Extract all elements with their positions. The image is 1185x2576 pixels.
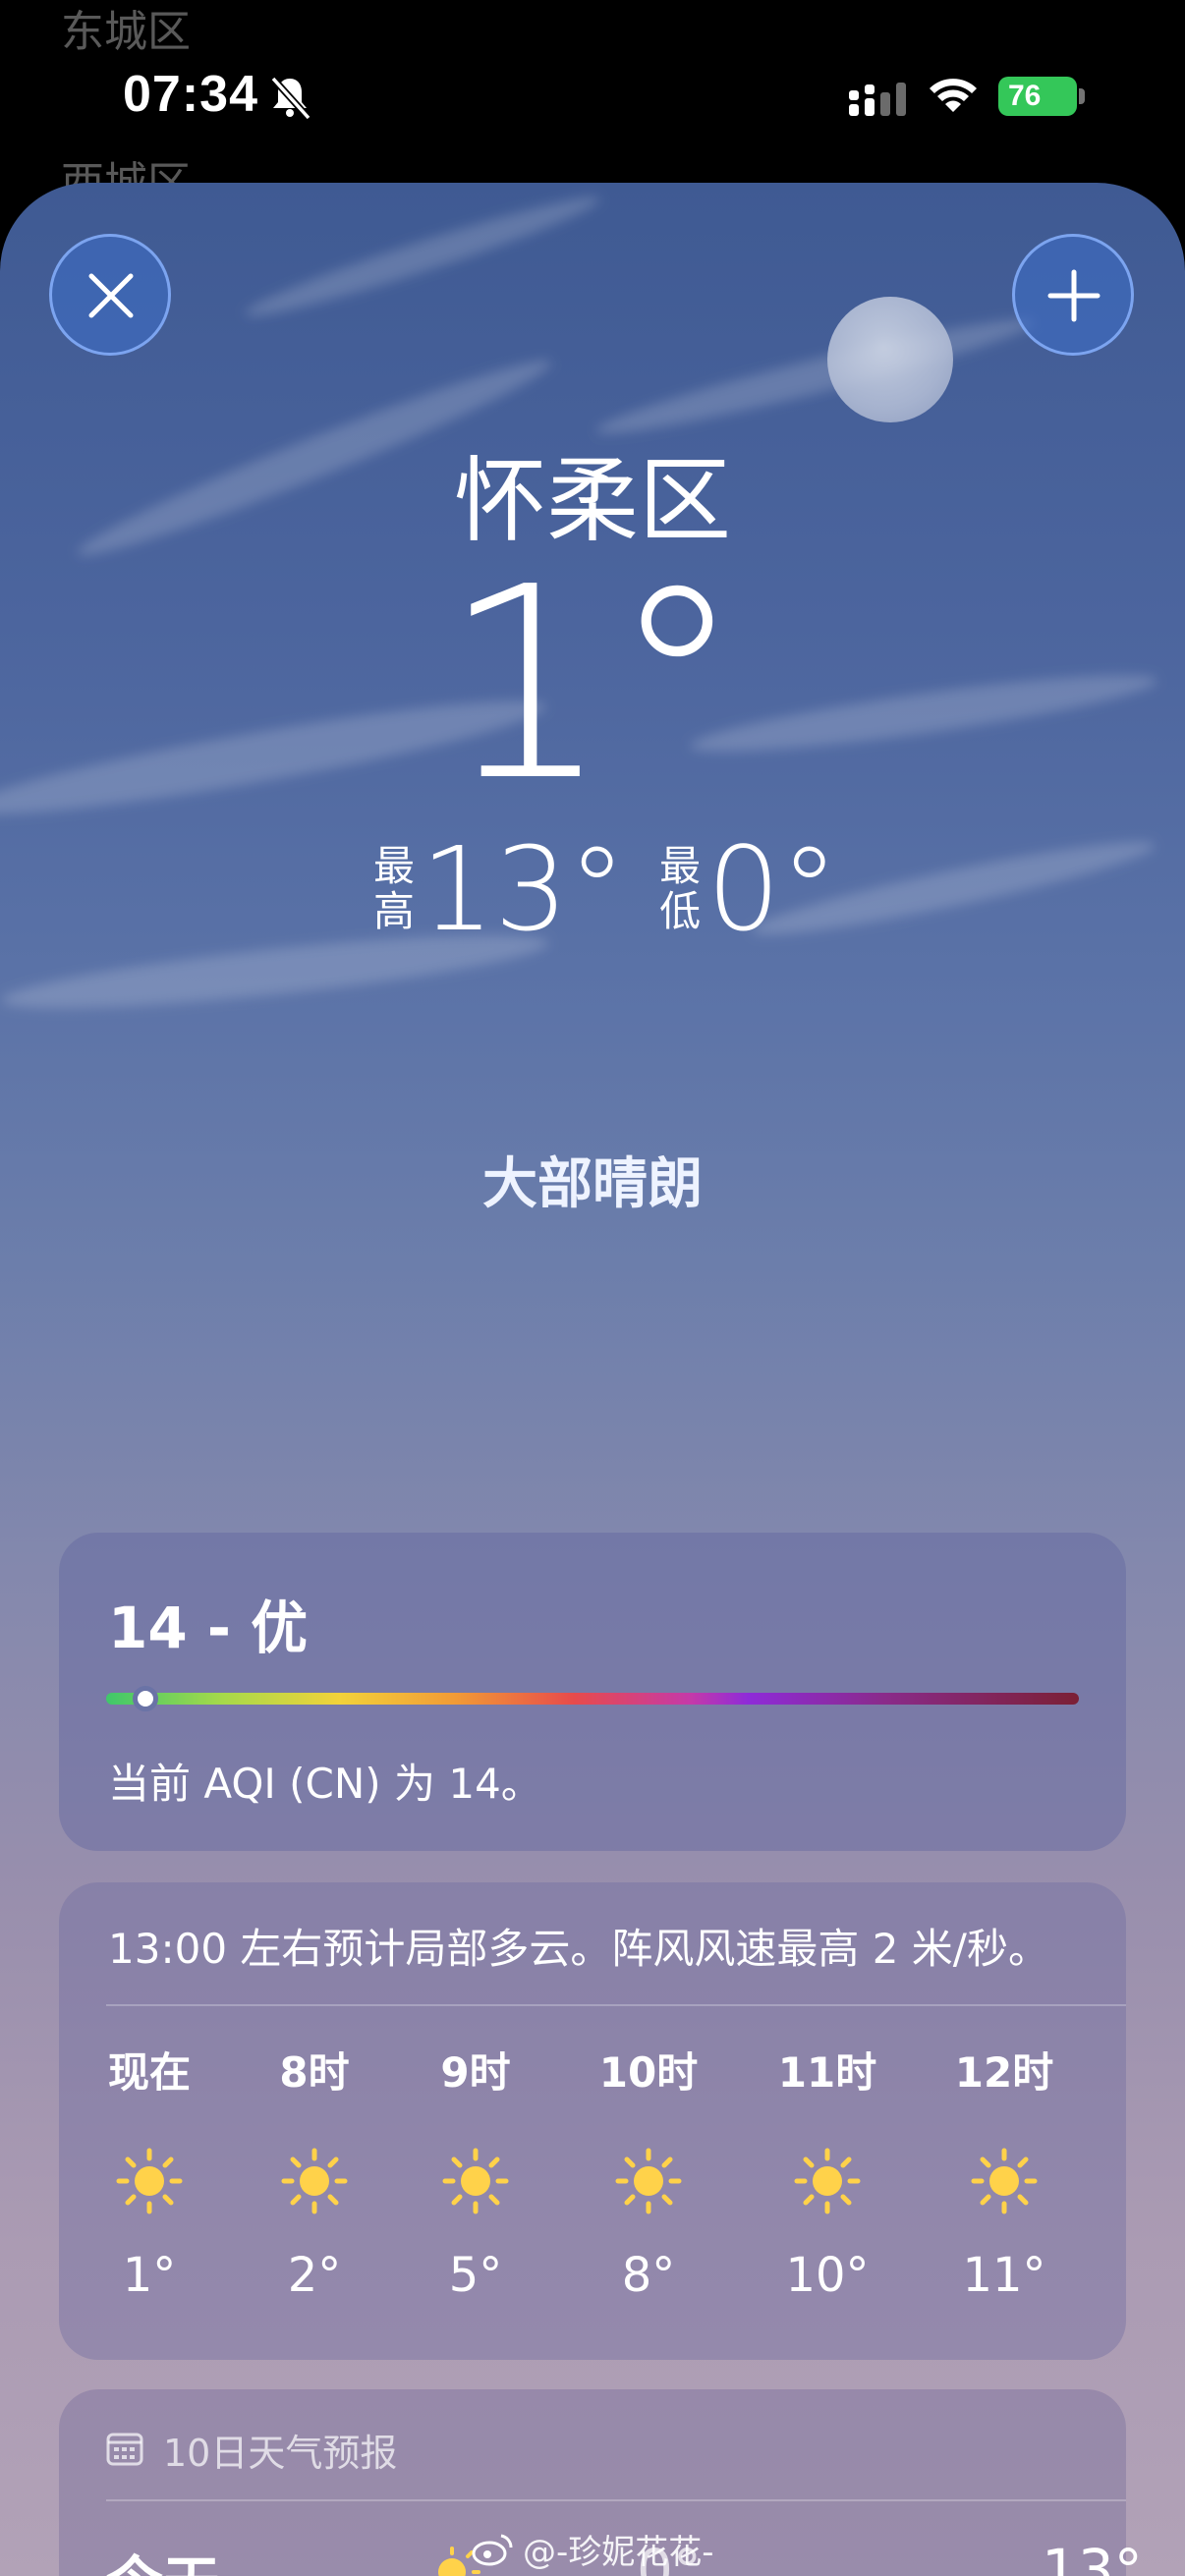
low-label-char: 低: [659, 887, 702, 935]
plus-icon: [1047, 269, 1100, 322]
hour-column: 8时 2°: [236, 2040, 393, 2344]
hour-temperature: 11°: [962, 2248, 1046, 2303]
close-button[interactable]: [49, 234, 171, 356]
sun-icon: [442, 2148, 509, 2214]
current-temperature: 1°: [441, 530, 744, 839]
cloud-streak: [240, 185, 605, 328]
weather-condition: 大部晴朗: [482, 1152, 703, 1216]
hour-label: 12时: [954, 2048, 1054, 2097]
aqi-indicator-dot: [132, 1686, 158, 1711]
hour-temperature: 1°: [122, 2248, 177, 2303]
status-time: 07:34: [123, 66, 258, 123]
high-temperature: 13°: [421, 821, 627, 957]
hour-temperature: 5°: [448, 2248, 503, 2303]
hourly-summary: 13:00 左右预计局部多云。阵风风速最高 2 米/秒。: [108, 1925, 1049, 1973]
hour-column: 12时 11°: [926, 2040, 1083, 2344]
hour-label: 现在: [107, 2048, 191, 2097]
sun-icon: [971, 2148, 1038, 2214]
sun-icon: [615, 2148, 682, 2214]
moon-image: [827, 297, 953, 422]
forecast-day-label: 今天: [106, 2537, 220, 2576]
hour-column: 10时 8°: [570, 2040, 727, 2344]
hour-temperature: 2°: [287, 2248, 342, 2303]
weibo-icon: [472, 2534, 513, 2565]
signal-icon: [849, 83, 906, 116]
air-quality-card[interactable]: 14 - 优 当前 AQI (CN) 为 14。: [59, 1533, 1126, 1851]
high-label-char: 最: [373, 842, 416, 890]
hourly-forecast-card[interactable]: 13:00 左右预计局部多云。阵风风速最高 2 米/秒。 现在 1° 8时 2°…: [59, 1882, 1126, 2360]
add-location-button[interactable]: [1012, 234, 1134, 356]
watermark: @-珍妮花花-: [472, 2525, 714, 2573]
sun-icon: [116, 2148, 183, 2214]
sun-icon: [281, 2148, 348, 2214]
hour-column: 11时 10°: [749, 2040, 906, 2344]
divider: [106, 2004, 1126, 2006]
watermark-text: @-珍妮花花-: [523, 2533, 714, 2572]
aqi-scale-bar: [106, 1693, 1079, 1705]
weather-screen: 东城区 西城区 07:34 76: [0, 0, 1185, 2576]
hour-temperature: 8°: [621, 2248, 676, 2303]
divider: [106, 2499, 1126, 2501]
low-temperature: 0°: [706, 821, 839, 957]
wifi-icon: [930, 79, 977, 112]
silent-bell-icon: [270, 76, 311, 121]
low-label: 最 低: [659, 844, 701, 934]
sun-icon: [794, 2148, 861, 2214]
hour-column: 9时 5°: [397, 2040, 554, 2344]
close-icon: [88, 273, 134, 318]
battery-indicator: 76: [998, 77, 1077, 116]
forecast-title: 10日天气预报: [163, 2432, 398, 2475]
hour-temperature: 10°: [785, 2248, 870, 2303]
aqi-description: 当前 AQI (CN) 为 14。: [108, 1760, 542, 1808]
calendar-icon: [106, 2433, 143, 2466]
hour-label: 9时: [440, 2048, 511, 2097]
forecast-high: 13°: [1042, 2537, 1143, 2576]
low-label-char: 最: [659, 842, 702, 890]
battery-cap: [1079, 88, 1085, 104]
aqi-title: 14 - 优: [108, 1595, 309, 1661]
hour-column: 现在 1°: [71, 2040, 228, 2344]
hour-label: 11时: [777, 2048, 877, 2097]
high-label-char: 高: [373, 887, 416, 935]
high-label: 最 高: [373, 844, 415, 934]
high-low-temperature: 最 高 13° 最 低 0°: [373, 821, 872, 957]
background-list-item: 东城区: [61, 7, 191, 57]
hour-label: 10时: [598, 2048, 699, 2097]
hour-label: 8时: [279, 2048, 350, 2097]
